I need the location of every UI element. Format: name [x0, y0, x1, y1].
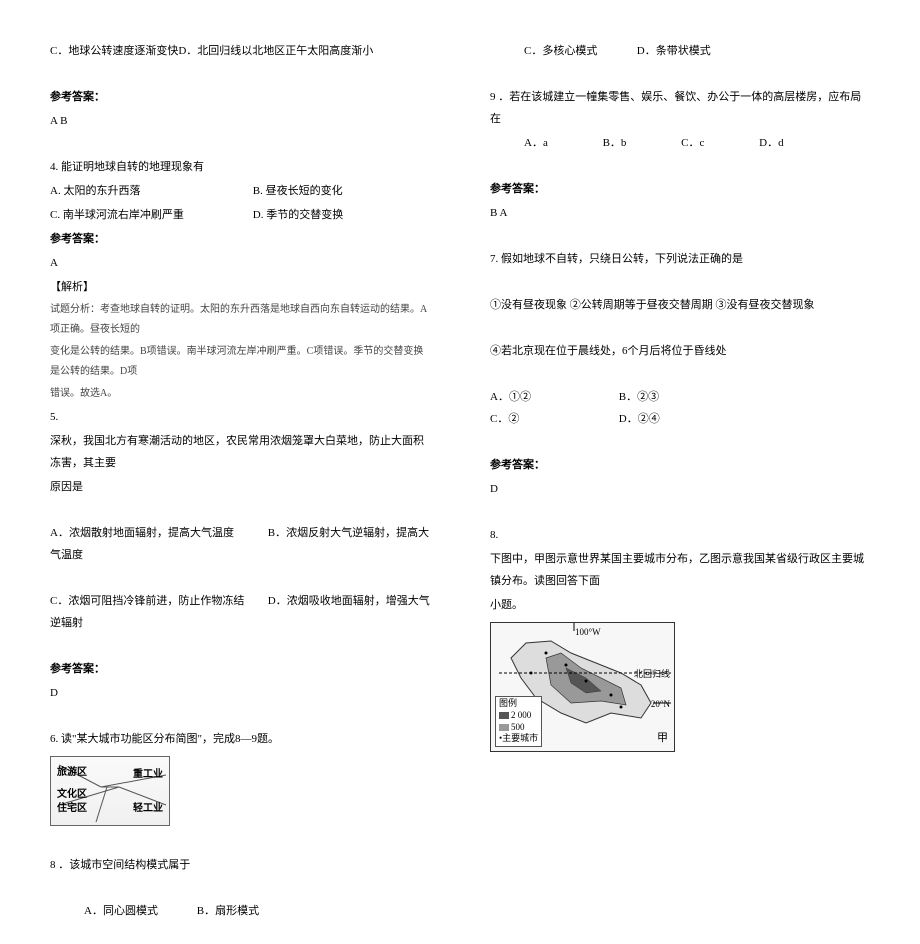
explain-3: 错误。故选A。 [50, 384, 430, 404]
map-figure: 100°W 北回归线 20°N 甲 图例 2 000 500 •主要城市 [490, 622, 675, 752]
q8-opt-d: D．条带状模式 [637, 45, 711, 57]
left-column: C．地球公转速度逐渐变快D．北回归线以北地区正午太阳高度渐小 参考答案： A B… [50, 40, 430, 924]
q7-opt-a: A．①② [490, 386, 580, 408]
q4-opt-d: D. 季节的交替变换 [253, 209, 343, 221]
legend-title: 图例 [499, 698, 538, 710]
q9-opt-a: A．a [524, 132, 548, 154]
map-name: 甲 [657, 727, 668, 749]
map-lon: 100°W [575, 623, 601, 641]
q8-opt-a: A．同心圆模式 [84, 900, 194, 922]
q9-opt-b: B．b [603, 132, 627, 154]
q5-opt-a: A．浓烟散射地面辐射，提高大气温度 [50, 522, 265, 544]
explain-1: 试题分析：考查地球自转的证明。太阳的东升西落是地球自西向东自转运动的结果。A项正… [50, 300, 430, 340]
q7-options: A．①② B．②③ C．② D．②④ [490, 386, 870, 430]
zone-light: 轻工业 [133, 799, 163, 819]
q9-opt-d: D．d [759, 132, 783, 154]
q9-opt-c: C．c [681, 132, 704, 154]
answer-4: B A [490, 202, 870, 224]
q3-option-cd: C．地球公转速度逐渐变快D．北回归线以北地区正午太阳高度渐小 [50, 40, 430, 62]
q8-row-ab: A．同心圆模式 B．扇形模式 [50, 900, 430, 922]
answer-5: D [490, 478, 870, 500]
explain-label: 【解析】 [50, 276, 430, 298]
q8-stem: 8 ．该城市空间结构模式属于 [50, 854, 430, 876]
q7-line2: ④若北京现在位于晨线处，6个月后将位于昏线处 [490, 340, 870, 362]
q8-row-cd: C．多核心模式 D．条带状模式 [490, 40, 870, 62]
q7-stem: 7. 假如地球不自转，只绕日公转，下列说法正确的是 [490, 248, 870, 270]
q5-row-cd: C．浓烟可阻挡冷锋前进，防止作物冻结 D．浓烟吸收地面辐射，增强大气逆辐射 [50, 590, 430, 634]
legend-2000: 2 000 [511, 710, 531, 720]
q9-options: A．a B．b C．c D．d [490, 132, 870, 154]
q4-opt-b: B. 昼夜长短的变化 [253, 185, 343, 197]
answer-1: A B [50, 110, 430, 132]
explain-2: 变化是公转的结果。B项错误。南半球河流左岸冲刷严重。C项错误。季节的交替变换是公… [50, 342, 430, 382]
q4-row2: C. 南半球河流右岸冲刷严重 D. 季节的交替变换 [50, 204, 430, 226]
answer-label-1: 参考答案： [50, 86, 430, 108]
q6-stem: 6. 读"某大城市功能区分布简图"，完成8—9题。 [50, 728, 430, 750]
q9-stem: 9 ．若在该城建立一幢集零售、娱乐、餐饮、办公于一体的高层楼房，应布局在 [490, 86, 870, 130]
q5-opt-c: C．浓烟可阻挡冷锋前进，防止作物冻结 [50, 590, 265, 612]
right-column: C．多核心模式 D．条带状模式 9 ．若在该城建立一幢集零售、娱乐、餐饮、办公于… [490, 40, 870, 924]
legend-500: 500 [511, 722, 525, 732]
zone-tour: 旅游区 [57, 763, 87, 783]
city-zone-diagram: 旅游区 重工业 文化区 住宅区 轻工业 [50, 756, 170, 826]
answer-label-2: 参考答案： [50, 228, 430, 250]
q7-opt-c: C．② [490, 408, 580, 430]
answer-label-3: 参考答案： [50, 658, 430, 680]
legend-city: 主要城市 [502, 733, 538, 743]
zone-heavy: 重工业 [133, 765, 163, 785]
q7-line1: ①没有昼夜现象 ②公转周期等于昼夜交替周期 ③没有昼夜交替现象 [490, 294, 870, 316]
q4-opt-c: C. 南半球河流右岸冲刷严重 [50, 204, 250, 226]
q4-row1: A. 太阳的东升西落 B. 昼夜长短的变化 [50, 180, 430, 202]
map-tropic: 北回归线 [634, 665, 670, 683]
q5-stem-b: 原因是 [50, 476, 430, 498]
q8b-text1: 下图中，甲图示意世界某国主要城市分布，乙图示意我国某省级行政区主要城镇分布。读图… [490, 548, 870, 592]
q5-row-ab: A．浓烟散射地面辐射，提高大气温度 B．浓烟反射大气逆辐射，提高大气温度 [50, 522, 430, 566]
q8b-text2: 小题。 [490, 594, 870, 616]
map-lat: 20°N [651, 695, 670, 713]
answer-label-4: 参考答案： [490, 178, 870, 200]
q7-opt-d: D．②④ [619, 408, 660, 430]
q5-stem-a: 深秋，我国北方有寒潮活动的地区，农民常用浓烟笼罩大白菜地，防止大面积冻害，其主要 [50, 430, 430, 474]
q8-opt-c: C．多核心模式 [524, 40, 634, 62]
q4-stem: 4. 能证明地球自转的地理现象有 [50, 156, 430, 178]
answer-2: A [50, 252, 430, 274]
q4-opt-a: A. 太阳的东升西落 [50, 180, 250, 202]
q8b-num: 8. [490, 524, 870, 546]
zone-res: 住宅区 [57, 799, 87, 819]
q5-num: 5. [50, 406, 430, 428]
map-legend: 图例 2 000 500 •主要城市 [495, 696, 542, 747]
q8-opt-b: B．扇形模式 [197, 905, 259, 917]
answer-3: D [50, 682, 430, 704]
answer-label-5: 参考答案： [490, 454, 870, 476]
q7-opt-b: B．②③ [619, 386, 709, 408]
